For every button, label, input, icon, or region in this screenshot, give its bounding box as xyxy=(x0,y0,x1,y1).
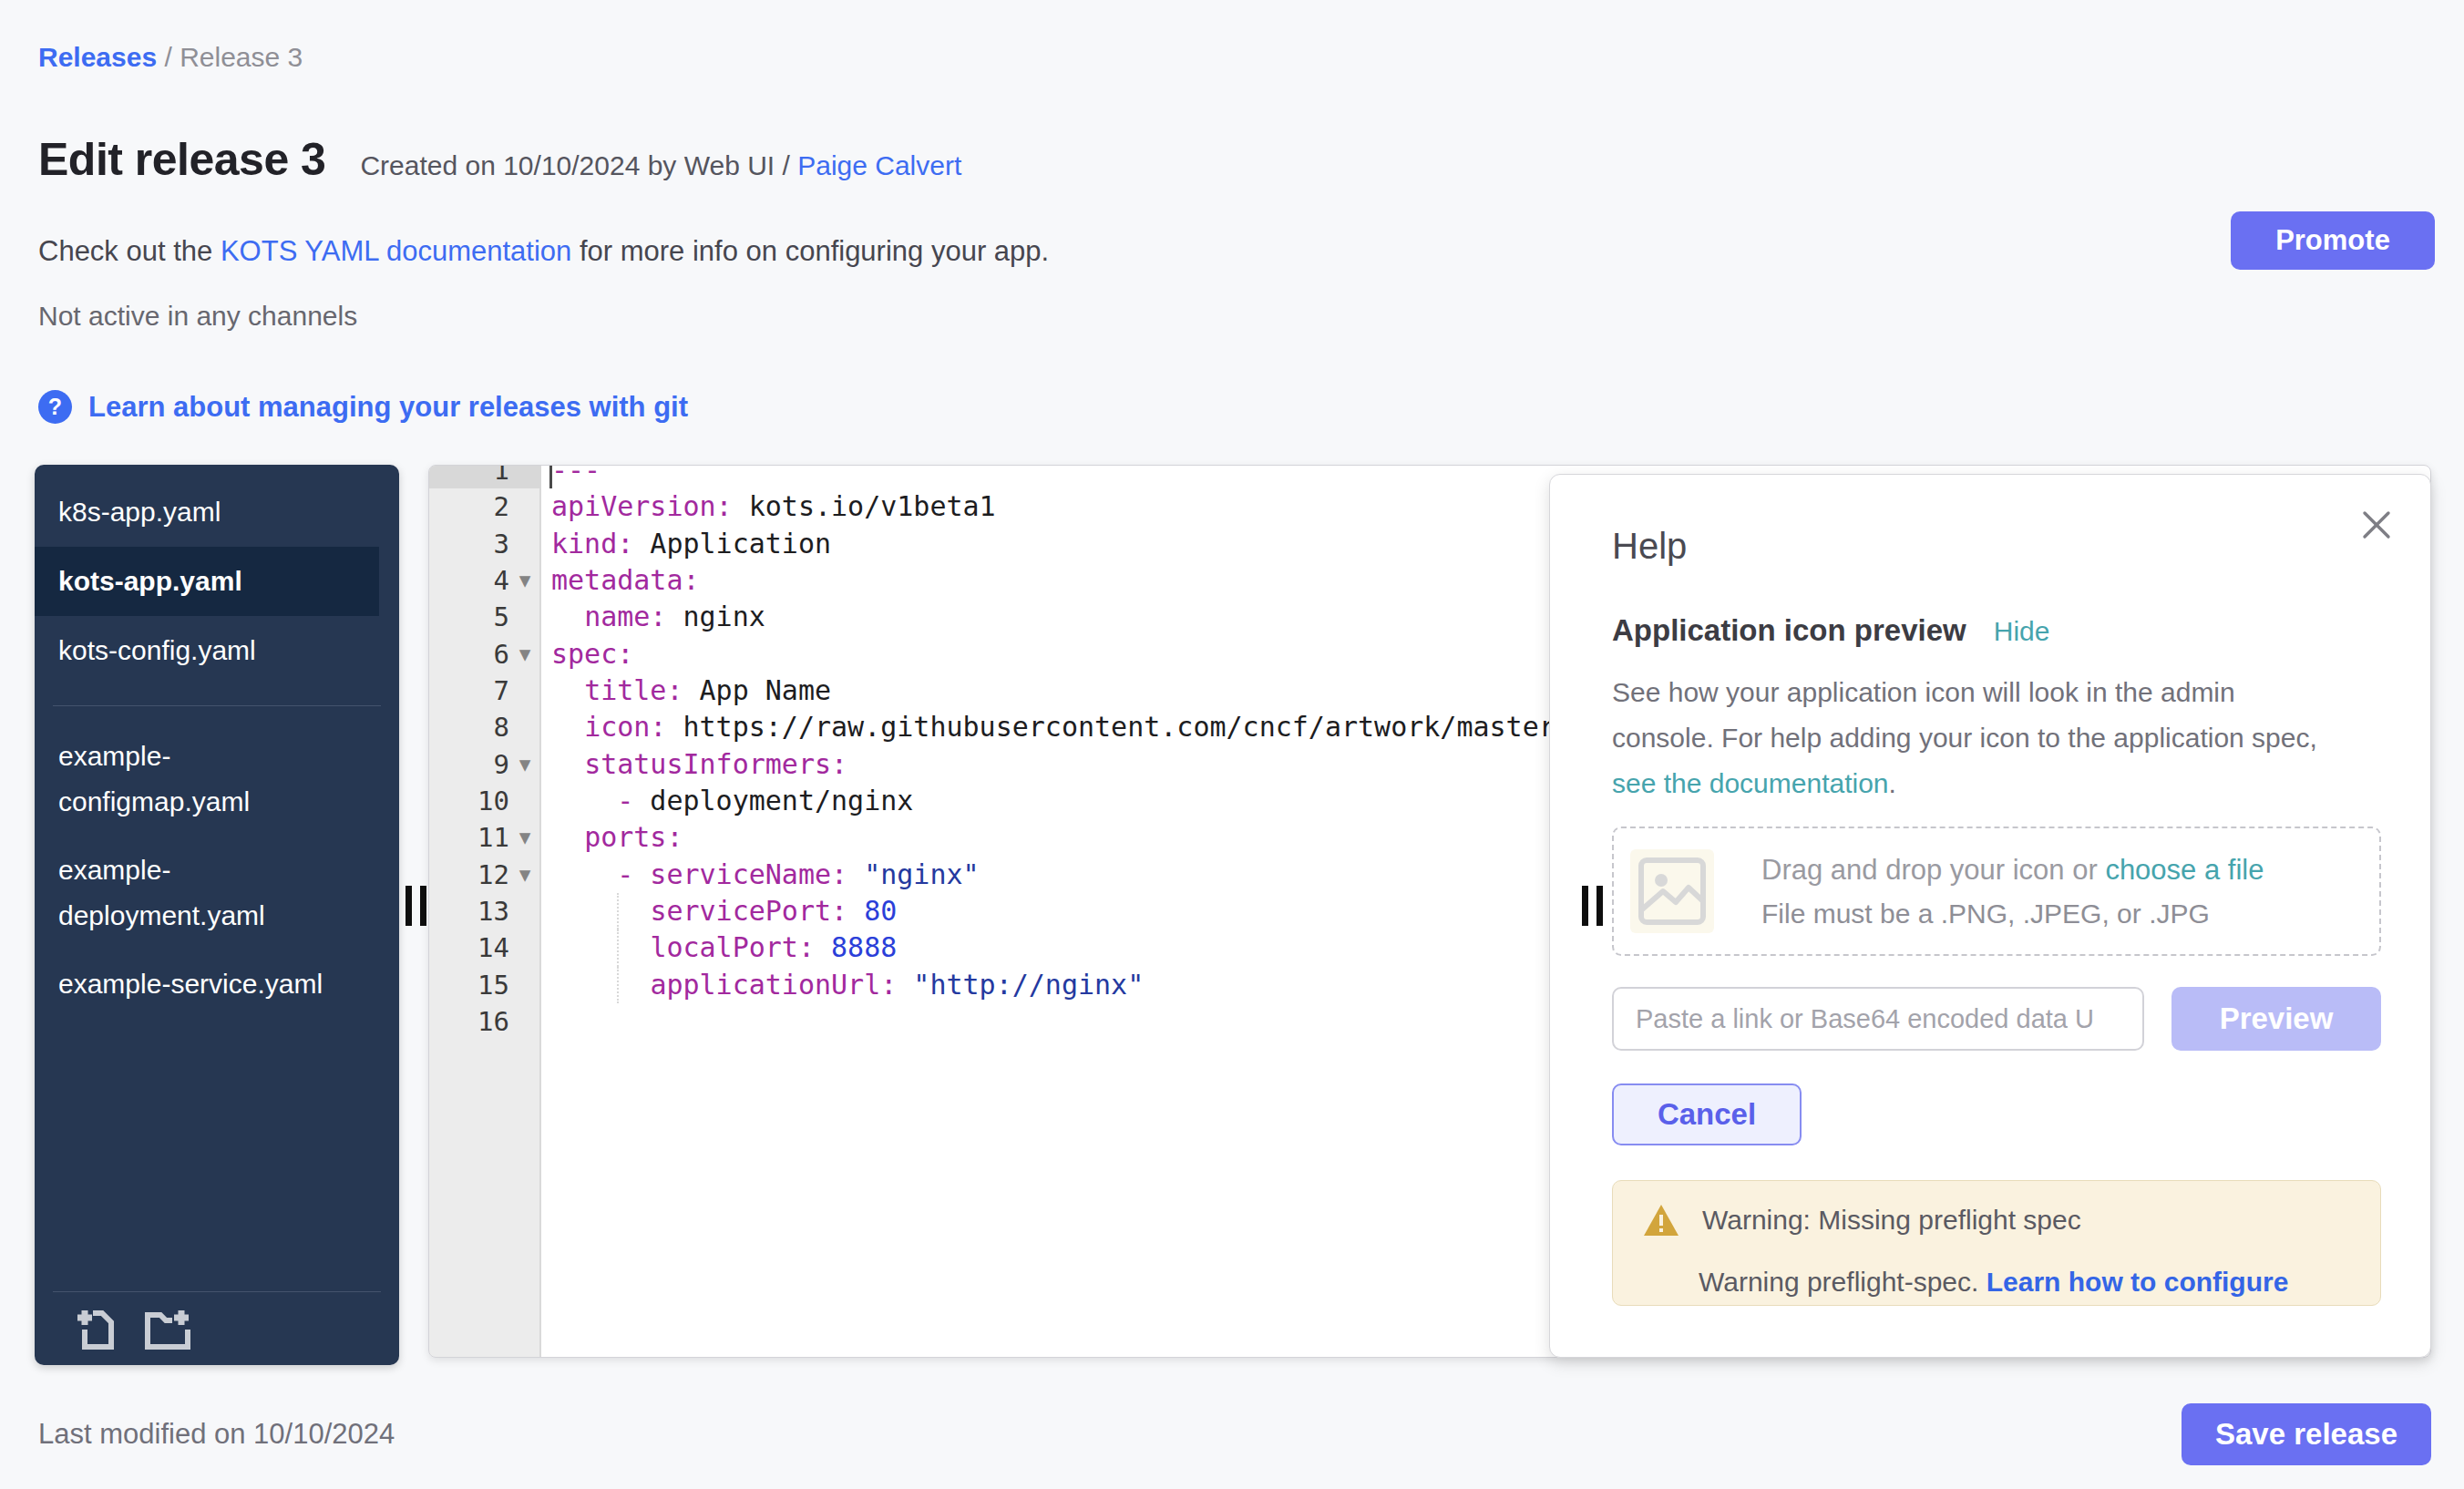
breadcrumb-releases-link[interactable]: Releases xyxy=(38,42,157,72)
breadcrumb-separator: / xyxy=(164,42,180,72)
help-title: Help xyxy=(1612,526,1687,567)
help-panel: Help Application icon preview Hide See h… xyxy=(1549,474,2431,1358)
docs-info-line: Check out the KOTS YAML documentation fo… xyxy=(38,235,1049,268)
sidebar-file-kots-config.yaml[interactable]: kots-config.yaml xyxy=(35,616,399,685)
icon-url-input[interactable] xyxy=(1612,987,2144,1051)
close-icon[interactable] xyxy=(2359,508,2394,542)
fold-arrow-icon[interactable]: ▼ xyxy=(509,819,540,856)
help-panel-resize-handle[interactable] xyxy=(1582,886,1603,926)
fold-arrow-icon[interactable]: ▼ xyxy=(509,562,540,599)
fold-arrow-icon[interactable]: ▼ xyxy=(509,636,540,673)
example-file-list: example-configmap.yaml example-deployment… xyxy=(35,734,399,1007)
channel-status-text: Not active in any channels xyxy=(38,301,357,332)
kots-yaml-docs-link[interactable]: KOTS YAML documentation xyxy=(221,235,571,267)
preview-button[interactable]: Preview xyxy=(2171,987,2381,1051)
page-title: Edit release 3 xyxy=(38,133,325,186)
warning-title: Warning: Missing preflight spec xyxy=(1702,1205,2081,1236)
preflight-warning-box: Warning: Missing preflight spec Warning … xyxy=(1612,1180,2381,1306)
hide-link[interactable]: Hide xyxy=(1994,616,2050,647)
last-modified-text: Last modified on 10/10/2024 xyxy=(38,1418,395,1451)
created-info: Created on 10/10/2024 by Web UI / Paige … xyxy=(360,150,961,181)
breadcrumb-current: Release 3 xyxy=(180,42,303,72)
edit-release-page: Releases / Release 3 Edit release 3 Crea… xyxy=(0,0,2464,1489)
icon-preview-title: Application icon preview xyxy=(1612,613,1966,648)
question-icon: ? xyxy=(38,390,72,424)
warning-detail: Warning preflight-spec. Learn how to con… xyxy=(1699,1267,2380,1298)
fold-arrow-icon[interactable]: ▼ xyxy=(509,857,540,893)
fold-arrow-icon[interactable]: ▼ xyxy=(509,746,540,783)
add-folder-icon[interactable] xyxy=(142,1307,195,1350)
sidebar-file-example-deployment.yaml[interactable]: example-deployment.yaml xyxy=(35,847,399,939)
see-documentation-link[interactable]: see the documentation xyxy=(1612,768,1889,798)
sidebar-file-k8s-app.yaml[interactable]: k8s-app.yaml xyxy=(35,478,399,547)
warning-icon xyxy=(1642,1203,1680,1237)
choose-file-link[interactable]: choose a file xyxy=(2105,854,2264,886)
add-file-icon[interactable] xyxy=(75,1307,118,1350)
promote-button[interactable]: Promote xyxy=(2231,211,2435,270)
dropzone-hint: File must be a .PNG, .JPEG, or .JPG xyxy=(1761,893,2264,935)
cancel-button[interactable]: Cancel xyxy=(1612,1083,1802,1145)
breadcrumb: Releases / Release 3 xyxy=(38,42,303,73)
icon-preview-description: See how your application icon will look … xyxy=(1612,670,2317,806)
sidebar-actions xyxy=(53,1291,381,1350)
sidebar-resize-handle[interactable] xyxy=(406,886,426,926)
image-placeholder-icon xyxy=(1630,849,1714,933)
file-list: k8s-app.yamlkots-app.yamlkots-config.yam… xyxy=(35,465,399,685)
save-release-button[interactable]: Save release xyxy=(2182,1403,2431,1465)
dropzone-text: Drag and drop your icon or choose a file xyxy=(1761,847,2264,893)
learn-how-to-configure-link[interactable]: Learn how to configure xyxy=(1987,1267,2289,1297)
file-list-divider xyxy=(53,705,381,706)
icon-dropzone[interactable]: Drag and drop your icon or choose a file… xyxy=(1612,827,2381,956)
sidebar-file-example-service.yaml[interactable]: example-service.yaml xyxy=(35,961,399,1007)
sidebar-file-kots-app.yaml[interactable]: kots-app.yaml xyxy=(35,547,379,616)
sidebar-file-example-configmap.yaml[interactable]: example-configmap.yaml xyxy=(35,734,399,825)
text-cursor xyxy=(549,465,552,488)
file-sidebar: k8s-app.yamlkots-app.yamlkots-config.yam… xyxy=(35,465,399,1365)
git-releases-link[interactable]: Learn about managing your releases with … xyxy=(88,391,688,424)
author-link[interactable]: Paige Calvert xyxy=(797,150,961,180)
